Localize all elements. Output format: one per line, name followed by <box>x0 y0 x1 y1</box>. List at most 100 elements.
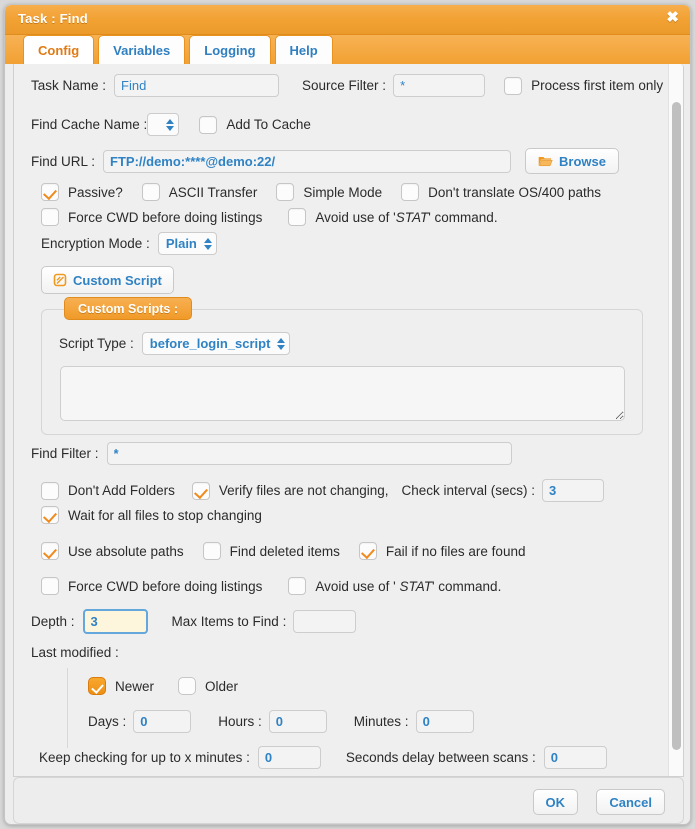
custom-script-button[interactable]: Custom Script <box>41 266 174 294</box>
find-deleted-items-checkbox[interactable] <box>202 542 221 560</box>
find-cache-name-select[interactable] <box>147 113 180 136</box>
verify-files-label: Verify files are not changing, <box>218 483 389 498</box>
newer-radio[interactable] <box>88 677 106 695</box>
path-options-row: Use absolute paths Find deleted items Fa… <box>41 542 525 560</box>
max-items-label: Max Items to Find : <box>171 614 287 629</box>
newer-older-row: Newer Older <box>88 677 238 695</box>
use-absolute-paths-label: Use absolute paths <box>68 543 184 559</box>
add-to-cache-checkbox[interactable] <box>199 115 218 134</box>
custom-script-button-label: Custom Script <box>73 272 162 288</box>
minutes-input[interactable] <box>415 710 474 733</box>
simple-mode-checkbox[interactable] <box>276 183 295 201</box>
seconds-delay-input[interactable] <box>543 746 607 769</box>
chevron-updown-icon <box>277 337 286 350</box>
use-absolute-paths-checkbox[interactable] <box>41 542 59 560</box>
task-name-row: Task Name : Source Filter : Process firs… <box>31 74 663 97</box>
find-url-label: Find URL : <box>31 153 96 169</box>
minutes-label: Minutes : <box>353 714 409 729</box>
divider-time-fields <box>67 708 68 748</box>
older-radio[interactable] <box>178 677 197 695</box>
find-url-input[interactable] <box>103 149 512 173</box>
vertical-scrollbar[interactable] <box>668 64 683 776</box>
script-type-select[interactable]: before_login_script <box>141 332 291 355</box>
scrollbar-thumb[interactable] <box>672 102 681 750</box>
keep-checking-row: Keep checking for up to x minutes : Seco… <box>39 746 607 769</box>
dont-add-folders-checkbox[interactable] <box>41 481 59 500</box>
close-icon[interactable]: ✖ <box>666 10 679 26</box>
add-to-cache-label: Add To Cache <box>226 117 311 132</box>
ascii-transfer-label: ASCII Transfer <box>168 184 258 200</box>
avoid-stat-checkbox-1[interactable] <box>288 208 307 226</box>
depth-row: Depth : Max Items to Find : <box>31 609 357 634</box>
keep-checking-label: Keep checking for up to x minutes : <box>39 750 250 765</box>
find-filter-input[interactable] <box>106 442 512 465</box>
force-cwd-checkbox-2[interactable] <box>41 577 59 595</box>
passive-checkbox[interactable] <box>41 183 59 201</box>
find-cache-name-row: Find Cache Name : Add To Cache <box>31 113 311 136</box>
config-panel: Task Name : Source Filter : Process firs… <box>13 64 684 777</box>
wait-for-all-files-checkbox[interactable] <box>41 506 59 524</box>
older-label: Older <box>205 678 239 694</box>
ok-button[interactable]: OK <box>532 789 578 815</box>
fail-if-no-files-checkbox[interactable] <box>358 542 377 560</box>
find-filter-label: Find Filter : <box>31 446 99 461</box>
tab-help[interactable]: Help <box>274 35 333 64</box>
keep-checking-input[interactable] <box>257 746 321 769</box>
dialog-title: Task : Find <box>18 11 88 26</box>
depth-label: Depth : <box>31 614 75 629</box>
folder-options-row: Don't Add Folders Verify files are not c… <box>41 479 605 502</box>
tab-variables[interactable]: Variables <box>98 35 186 64</box>
ascii-transfer-checkbox[interactable] <box>141 183 160 201</box>
seconds-delay-label: Seconds delay between scans : <box>345 750 536 765</box>
script-type-value: before_login_script <box>149 336 271 351</box>
encryption-mode-row: Encryption Mode : Plain <box>41 232 217 255</box>
script-type-row: Script Type : before_login_script <box>59 332 291 355</box>
task-name-input[interactable] <box>114 74 280 97</box>
task-name-label: Task Name : <box>31 78 107 93</box>
avoid-stat-label-2: Avoid use of ' STAT' command. <box>315 578 502 594</box>
verify-files-checkbox[interactable] <box>191 481 210 500</box>
dialog-footer: OK Cancel <box>13 777 684 824</box>
days-input[interactable] <box>133 710 192 733</box>
custom-scripts-fieldset: Custom Scripts : Script Type : before_lo… <box>41 297 643 435</box>
find-deleted-items-label: Find deleted items <box>229 543 340 559</box>
avoid-stat-checkbox-2[interactable] <box>288 577 307 595</box>
tab-logging[interactable]: Logging <box>189 35 271 64</box>
tab-strip: Config Variables Logging Help <box>5 35 690 64</box>
passive-label: Passive? <box>68 184 123 200</box>
last-modified-row: Last modified : <box>31 645 119 660</box>
force-cwd-checkbox-1[interactable] <box>41 208 59 226</box>
wait-for-all-files-label: Wait for all files to stop changing <box>68 507 262 523</box>
force-cwd-label-1: Force CWD before doing listings <box>68 209 263 225</box>
ftp-options-row-3: Force CWD before doing listings Avoid us… <box>41 577 501 595</box>
ftp-options-row-2: Force CWD before doing listings Avoid us… <box>41 208 498 226</box>
check-interval-input[interactable] <box>542 479 605 502</box>
depth-input[interactable] <box>82 609 148 634</box>
hours-label: Hours : <box>218 714 262 729</box>
source-filter-label: Source Filter : <box>302 78 387 93</box>
find-url-row: Find URL : Browse <box>31 148 619 174</box>
process-first-item-only-checkbox[interactable] <box>504 76 523 95</box>
chevron-updown-icon <box>203 237 212 250</box>
dont-translate-os400-checkbox[interactable] <box>401 183 420 201</box>
cancel-button[interactable]: Cancel <box>596 789 665 815</box>
process-first-item-only-label: Process first item only <box>531 78 664 93</box>
check-interval-label: Check interval (secs) : <box>401 483 536 498</box>
encryption-mode-select[interactable]: Plain <box>157 232 217 255</box>
find-filter-row: Find Filter : <box>31 442 512 465</box>
last-modified-label: Last modified : <box>31 645 119 660</box>
source-filter-input[interactable] <box>393 74 486 97</box>
simple-mode-label: Simple Mode <box>303 184 383 200</box>
script-icon <box>53 273 67 287</box>
tab-config[interactable]: Config <box>23 35 95 64</box>
script-body-textarea[interactable] <box>60 366 625 421</box>
encryption-mode-label: Encryption Mode : <box>41 236 150 251</box>
find-cache-name-label: Find Cache Name : <box>31 117 148 132</box>
browse-button[interactable]: Browse <box>525 148 619 174</box>
max-items-input[interactable] <box>293 610 357 633</box>
ftp-options-row-1: Passive? ASCII Transfer Simple Mode Don'… <box>41 183 601 201</box>
time-fields-row: Days : Hours : Minutes : <box>88 710 474 733</box>
force-cwd-label-2: Force CWD before doing listings <box>68 578 263 594</box>
days-label: Days : <box>88 714 127 729</box>
hours-input[interactable] <box>268 710 327 733</box>
